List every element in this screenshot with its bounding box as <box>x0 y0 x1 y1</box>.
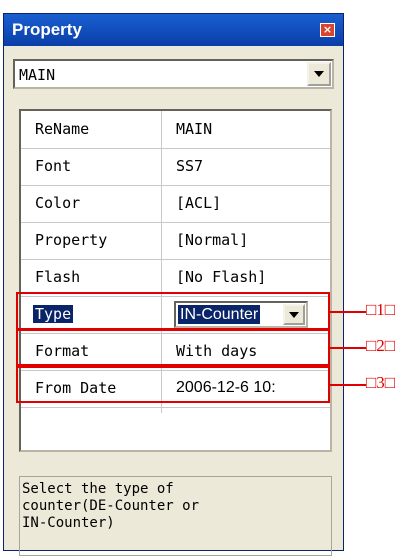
description-text: Select the type of counter(DE-Counter or… <box>22 481 200 531</box>
highlight-box-from-date <box>16 366 330 403</box>
property-key: Color <box>35 194 81 212</box>
description-panel: Select the type of counter(DE-Counter or… <box>19 476 332 556</box>
property-row-property[interactable]: Property [Normal] <box>21 222 330 260</box>
callout-leader-line <box>330 347 366 349</box>
highlight-box-format <box>16 329 330 366</box>
title-bar[interactable]: Property × <box>4 14 343 46</box>
property-window: Property × MAIN ReName MAIN Font SS7 Col… <box>3 13 344 556</box>
property-value[interactable]: [ACL] <box>176 194 221 212</box>
object-selector-combo[interactable]: MAIN <box>13 59 334 89</box>
chevron-down-icon <box>314 71 324 77</box>
property-value[interactable]: MAIN <box>176 120 212 138</box>
property-row-font[interactable]: Font SS7 <box>21 148 330 186</box>
window-title: Property <box>12 20 82 39</box>
property-key: Property <box>35 231 108 249</box>
property-value[interactable]: [Normal] <box>176 231 248 249</box>
property-row-rename[interactable]: ReName MAIN <box>21 111 330 149</box>
callout-leader-line <box>330 384 366 386</box>
object-selector-dropdown-button[interactable] <box>307 62 331 86</box>
property-key: Flash <box>35 268 81 286</box>
property-key: Font <box>35 157 72 175</box>
callout-label-1: □1□ <box>366 300 396 319</box>
callout-leader-line <box>330 311 366 313</box>
close-icon: × <box>322 23 333 36</box>
callout-label-3: □3□ <box>366 373 396 392</box>
object-selector-value: MAIN <box>19 66 56 84</box>
close-button[interactable]: × <box>320 23 335 37</box>
property-value[interactable]: SS7 <box>176 157 203 175</box>
property-row-color[interactable]: Color [ACL] <box>21 185 330 223</box>
callout-label-2: □2□ <box>366 336 396 355</box>
highlight-box-type <box>16 292 330 330</box>
property-key: ReName <box>35 120 90 138</box>
property-value[interactable]: [No Flash] <box>176 268 266 286</box>
